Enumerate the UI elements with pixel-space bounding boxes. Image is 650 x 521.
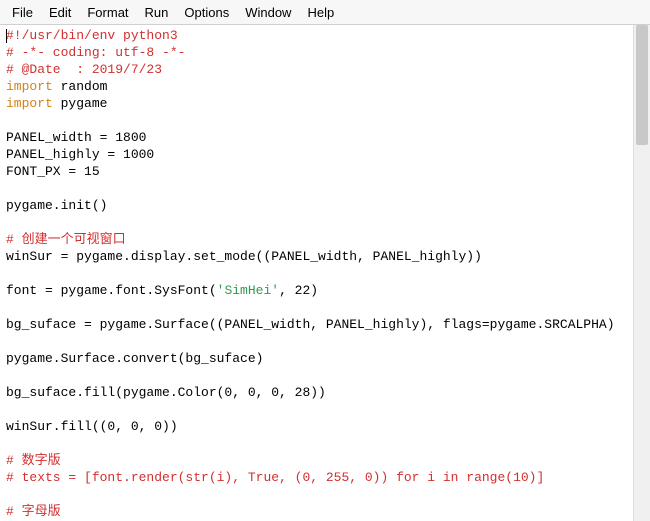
menu-file[interactable]: File [4, 4, 41, 21]
menu-edit[interactable]: Edit [41, 4, 79, 21]
menu-options[interactable]: Options [176, 4, 237, 21]
vertical-scrollbar[interactable] [633, 25, 650, 521]
line-font-px: FONT_PX = 15 [6, 164, 100, 179]
code-editor[interactable]: #!/usr/bin/env python3 # -*- coding: utf… [0, 25, 633, 521]
str-simhei: 'SimHei' [217, 283, 279, 298]
comment-letterver: # 字母版 [6, 504, 61, 519]
line-bgsurface: bg_suface = pygame.Surface((PANEL_width,… [6, 317, 615, 332]
menu-window[interactable]: Window [237, 4, 299, 21]
line-bgfill: bg_suface.fill(pygame.Color(0, 0, 0, 28)… [6, 385, 326, 400]
line-coding: # -*- coding: utf-8 -*- [6, 45, 185, 60]
line-font-c: , 22) [279, 283, 318, 298]
line-convert: pygame.Surface.convert(bg_suface) [6, 351, 263, 366]
line-pygame-init: pygame.init() [6, 198, 107, 213]
menu-run[interactable]: Run [137, 4, 177, 21]
scroll-thumb[interactable] [636, 25, 648, 145]
comment-window: # 创建一个可视窗口 [6, 232, 126, 247]
mod-random: random [53, 79, 108, 94]
line-font-a: font = pygame.font.SysFont( [6, 283, 217, 298]
line-winsur-fill: winSur.fill((0, 0, 0)) [6, 419, 178, 434]
kw-import-2: import [6, 96, 53, 111]
mod-pygame: pygame [53, 96, 108, 111]
menubar: File Edit Format Run Options Window Help [0, 0, 650, 25]
kw-import-1: import [6, 79, 53, 94]
menu-format[interactable]: Format [79, 4, 136, 21]
line-panel-highly: PANEL_highly = 1000 [6, 147, 154, 162]
line-winsur: winSur = pygame.display.set_mode((PANEL_… [6, 249, 482, 264]
line-shebang: #!/usr/bin/env python3 [6, 28, 178, 43]
menu-help[interactable]: Help [299, 4, 342, 21]
comment-texts: # texts = [font.render(str(i), True, (0,… [6, 470, 544, 485]
editor-wrap: #!/usr/bin/env python3 # -*- coding: utf… [0, 25, 650, 521]
comment-numver: # 数字版 [6, 453, 61, 468]
line-panel-width: PANEL_width = 1800 [6, 130, 146, 145]
line-date: # @Date : 2019/7/23 [6, 62, 162, 77]
